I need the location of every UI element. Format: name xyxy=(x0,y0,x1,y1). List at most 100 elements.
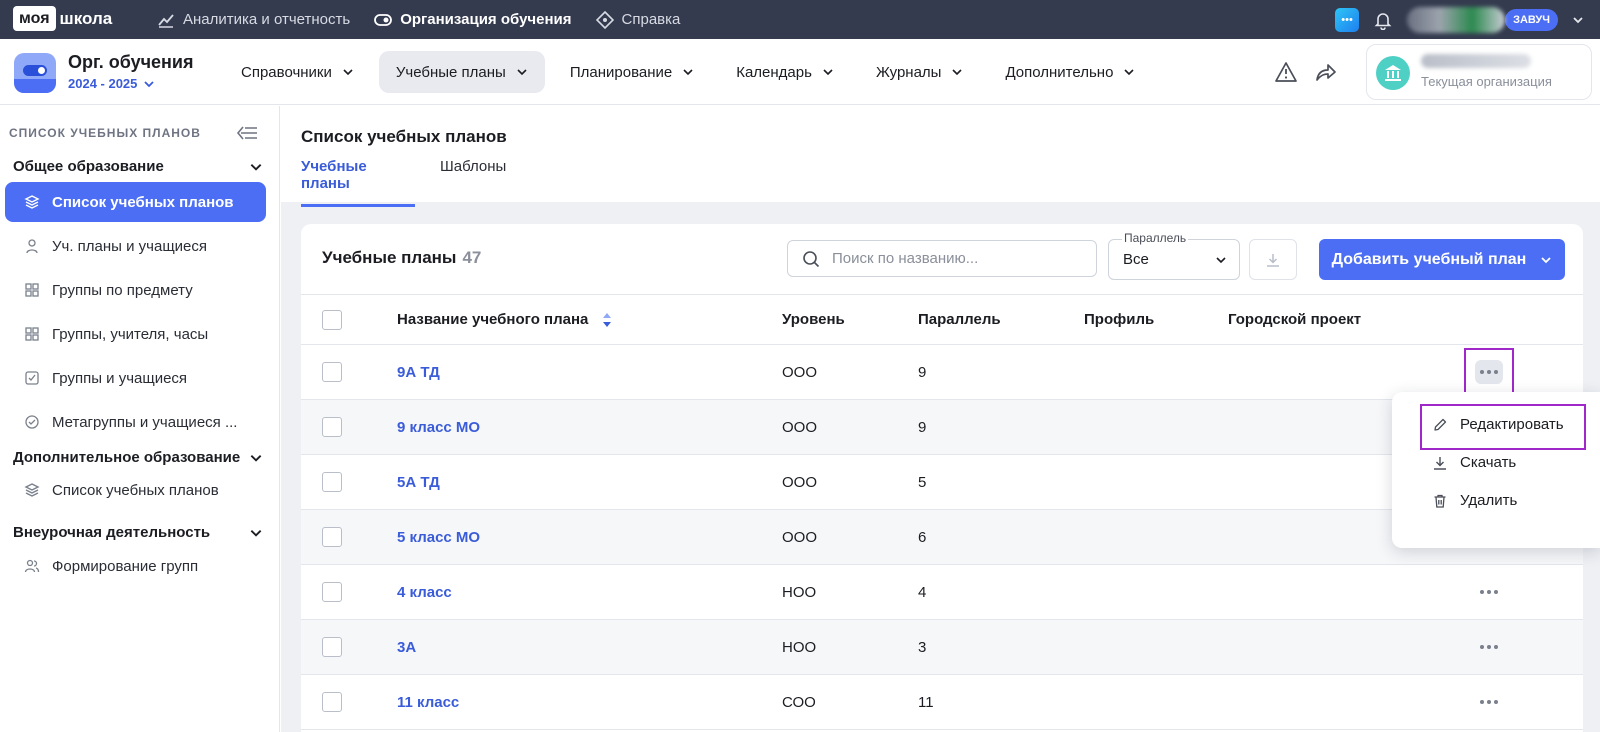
current-org-card[interactable]: Текущая организация xyxy=(1366,44,1592,100)
sidebar-item-curricula-list[interactable]: Список учебных планов xyxy=(5,182,266,222)
row-checkbox[interactable] xyxy=(322,417,342,437)
row-parallel: 9 xyxy=(918,418,927,436)
tab-curricula[interactable]: Учебные планы xyxy=(301,158,415,207)
row-checkbox[interactable] xyxy=(322,527,342,547)
header-parallel: Параллель xyxy=(918,311,1001,328)
row-level: НОО xyxy=(782,583,817,601)
collapse-sidebar-icon[interactable] xyxy=(236,124,258,142)
sidebar-item-groups-students[interactable]: Группы и учащиеся xyxy=(5,358,266,398)
menu-item-edit[interactable]: Редактировать xyxy=(1432,416,1564,433)
table-row[interactable]: 4 класс НОО 4 xyxy=(301,565,1583,620)
chevron-down-icon[interactable] xyxy=(1572,14,1584,26)
download-button[interactable] xyxy=(1249,239,1297,280)
more-actions-icon[interactable] xyxy=(1475,635,1503,659)
year-label: 2024 - 2025 xyxy=(68,76,138,91)
row-checkbox-cell xyxy=(322,345,342,399)
menu-item-delete[interactable]: Удалить xyxy=(1432,492,1517,509)
topnav-analytics[interactable]: Аналитика и отчетность xyxy=(157,11,350,29)
row-checkbox-cell xyxy=(322,620,342,674)
row-name-link[interactable]: 3А xyxy=(397,620,416,674)
chevron-down-icon xyxy=(517,69,527,76)
more-actions-icon[interactable] xyxy=(1475,690,1503,714)
table-row[interactable]: 9А ТД ООО 9 xyxy=(301,345,1583,400)
tab-templates[interactable]: Шаблоны xyxy=(440,158,506,187)
table-row[interactable]: 11 класс СОО 11 xyxy=(301,675,1583,730)
sidebar-item-form-groups[interactable]: Формирование групп xyxy=(5,546,266,586)
chevron-down-icon xyxy=(250,163,262,171)
row-checkbox[interactable] xyxy=(322,692,342,712)
chat-app-icon[interactable]: ••• xyxy=(1335,7,1360,32)
header-level: Уровень xyxy=(782,311,845,328)
row-name-link[interactable]: 9 класс МО xyxy=(397,400,480,454)
row-parallel: 11 xyxy=(918,693,934,711)
select-all-checkbox[interactable] xyxy=(322,309,342,330)
layers-icon xyxy=(24,483,40,497)
year-selector[interactable]: 2024 - 2025 xyxy=(68,76,155,91)
table-row[interactable]: 5А ТД ООО 5 xyxy=(301,455,1583,510)
sidebar-group-additional[interactable]: Дополнительное образование xyxy=(13,449,263,466)
row-checkbox[interactable] xyxy=(322,472,342,492)
row-checkbox[interactable] xyxy=(322,637,342,657)
sidebar-item-groups-teachers-hours[interactable]: Группы, учителя, часы xyxy=(5,314,266,354)
nav-directories[interactable]: Справочники xyxy=(224,51,371,93)
sidebar-item-plans-students[interactable]: Уч. планы и учащиеся xyxy=(5,226,266,266)
content-header: Список учебных планов Учебные планы Шабл… xyxy=(281,106,1600,207)
sidebar-group-general[interactable]: Общее образование xyxy=(13,158,263,175)
row-name-link[interactable]: 4 класс xyxy=(397,565,452,619)
row-name-link[interactable]: 5 класс МО xyxy=(397,510,480,564)
nav-journals-label: Журналы xyxy=(875,63,942,81)
search-input[interactable] xyxy=(832,250,1072,267)
row-checkbox[interactable] xyxy=(322,362,342,382)
top-bar: моя школа Аналитика и отчетность Организ… xyxy=(0,0,1600,39)
row-checkbox-cell xyxy=(322,455,342,509)
logo[interactable]: моя школа xyxy=(13,6,112,31)
count-badge: 47 xyxy=(462,248,482,267)
module-title: Орг. обучения xyxy=(68,52,194,72)
sidebar-header: СПИСОК УЧЕБНЫХ ПЛАНОВ xyxy=(9,126,201,140)
row-parallel: 4 xyxy=(918,583,927,601)
nav-calendar[interactable]: Календарь xyxy=(719,51,851,93)
table-row[interactable]: 5 класс МО ООО 6 xyxy=(301,510,1583,565)
sidebar-item-metagroups[interactable]: Метагруппы и учащиеся ... xyxy=(5,402,266,442)
row-actions-cell xyxy=(1475,565,1503,619)
chevron-down-icon xyxy=(1541,256,1551,263)
header-name[interactable]: Название учебного плана xyxy=(397,295,612,344)
row-level: ООО xyxy=(782,363,818,381)
row-name-link[interactable]: 11 класс xyxy=(397,675,459,729)
row-name-link[interactable]: 5А ТД xyxy=(397,455,440,509)
warning-icon[interactable] xyxy=(1274,61,1298,83)
bell-icon[interactable] xyxy=(1373,10,1393,30)
sidebar-group-extracurricular[interactable]: Внеурочная деятельность xyxy=(13,524,263,541)
nav-additional[interactable]: Дополнительно xyxy=(988,51,1152,93)
check-circle-icon xyxy=(25,415,39,429)
menu-item-download[interactable]: Скачать xyxy=(1432,454,1516,471)
topnav-help[interactable]: Справка xyxy=(595,10,680,29)
row-actions-cell xyxy=(1475,620,1503,674)
topnav-org-label: Организация обучения xyxy=(400,11,572,28)
nav-curricula[interactable]: Учебные планы xyxy=(378,51,545,93)
nav-planning[interactable]: Планирование xyxy=(553,51,711,93)
nav-journals[interactable]: Журналы xyxy=(859,51,981,93)
table-row[interactable]: 9 класс МО ООО 9 xyxy=(301,400,1583,455)
logo-part2: школа xyxy=(59,8,113,28)
module-bar: Орг. обучения 2024 - 2025 Справочники Уч… xyxy=(0,39,1600,105)
parallel-select[interactable]: Параллель Все xyxy=(1108,231,1240,280)
table-row[interactable]: 3А НОО 3 xyxy=(301,620,1583,675)
row-checkbox[interactable] xyxy=(322,582,342,602)
search-icon xyxy=(803,250,820,267)
search-field[interactable] xyxy=(787,240,1097,277)
user-avatar[interactable] xyxy=(1407,6,1506,33)
topnav-org[interactable]: Организация обучения xyxy=(374,11,572,29)
top-nav: Аналитика и отчетность Организация обуче… xyxy=(157,0,680,39)
header-name-label: Название учебного плана xyxy=(397,311,589,328)
row-name-link[interactable]: 9А ТД xyxy=(397,345,440,399)
sidebar-item-label: Формирование групп xyxy=(52,557,199,575)
add-curriculum-button[interactable]: Добавить учебный план xyxy=(1319,239,1565,280)
more-actions-icon[interactable] xyxy=(1475,360,1503,384)
sidebar-item-additional-curricula[interactable]: Список учебных планов xyxy=(5,470,266,510)
share-icon[interactable] xyxy=(1314,61,1338,83)
grid-icon xyxy=(25,327,39,341)
sidebar-item-subject-groups[interactable]: Группы по предмету xyxy=(5,270,266,310)
more-actions-icon[interactable] xyxy=(1475,580,1503,604)
sidebar-group-general-title: Общее образование xyxy=(13,158,164,175)
